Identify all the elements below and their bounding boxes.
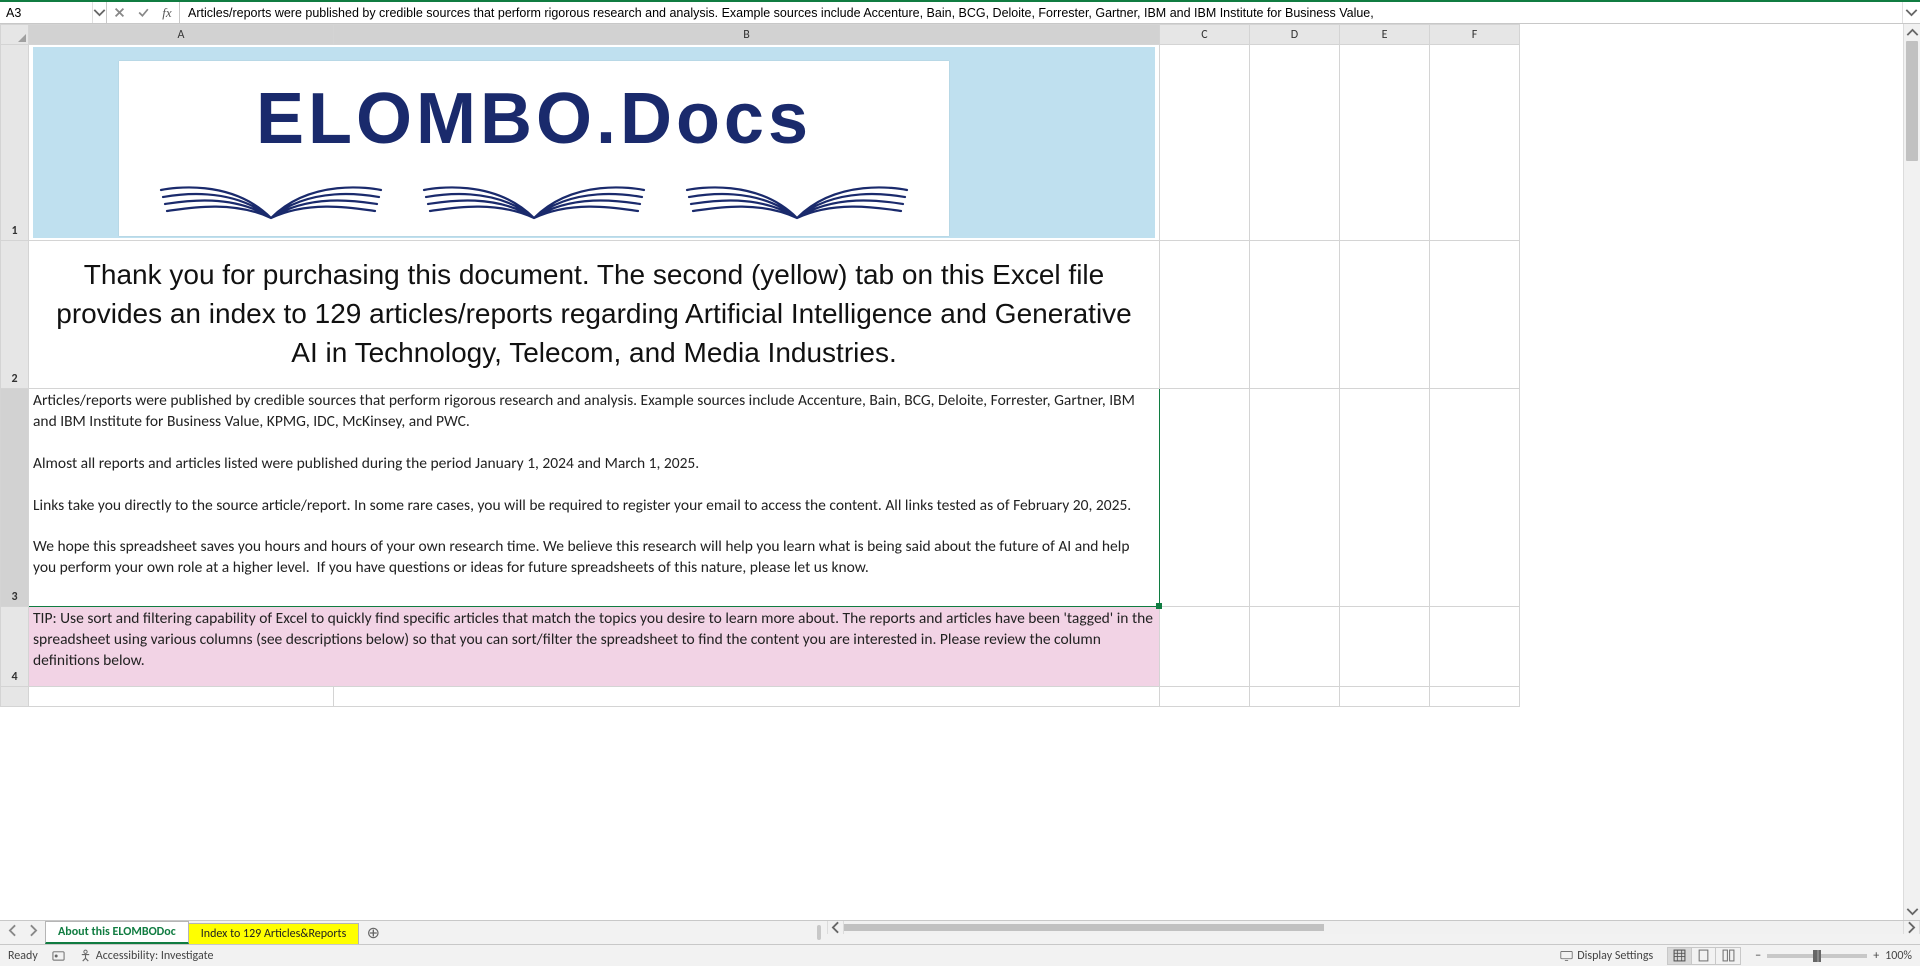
display-settings-button[interactable]: Display Settings [1560, 949, 1653, 963]
column-header[interactable]: D [1250, 25, 1340, 45]
cell[interactable] [1430, 45, 1520, 241]
status-ready: Ready [8, 949, 38, 963]
status-bar: Ready Accessibility: Investigate Display… [0, 944, 1920, 966]
cell[interactable] [1160, 389, 1250, 607]
display-settings-label: Display Settings [1577, 949, 1653, 963]
zoom-in-button[interactable]: + [1873, 949, 1879, 963]
name-box-wrap [0, 2, 107, 23]
macro-record-icon[interactable] [52, 949, 65, 962]
row-header[interactable]: 4 [1, 607, 29, 687]
column-header[interactable]: A [29, 25, 334, 45]
enter-icon[interactable] [131, 2, 155, 23]
cell-a1-banner[interactable]: ELOMBO.Docs [29, 45, 1160, 241]
formula-bar: fx [0, 2, 1920, 24]
zoom-slider[interactable] [1767, 954, 1867, 958]
row-header[interactable]: 3 [1, 389, 29, 607]
logo-banner: ELOMBO.Docs [33, 47, 1155, 238]
body-text: Articles/reports were published by credi… [33, 391, 1138, 577]
tip-text: TIP: Use sort and filtering capability o… [33, 609, 1153, 670]
cell[interactable] [1250, 45, 1340, 241]
name-box[interactable] [0, 2, 92, 23]
cell[interactable] [1250, 607, 1340, 687]
cell[interactable] [1160, 687, 1250, 707]
scroll-up-icon[interactable] [1904, 24, 1920, 41]
logo-card: ELOMBO.Docs [119, 61, 949, 236]
tab-nav [0, 921, 46, 944]
view-page-layout-icon[interactable] [1692, 948, 1716, 964]
cell[interactable] [1430, 389, 1520, 607]
cell[interactable] [1430, 607, 1520, 687]
cell[interactable] [1160, 607, 1250, 687]
zoom-control: − + 100% [1755, 949, 1912, 963]
scroll-left-icon[interactable] [827, 921, 844, 934]
open-book-icon [151, 168, 391, 223]
accessibility-button[interactable]: Accessibility: Investigate [79, 949, 214, 963]
headline-text: Thank you for purchasing this document. … [33, 243, 1155, 385]
open-book-icon [414, 168, 654, 223]
hscroll-thumb[interactable] [844, 924, 1324, 931]
worksheet-area: A B C D E F 1 ELOMBO.Docs [0, 24, 1920, 920]
view-page-break-icon[interactable] [1716, 948, 1740, 964]
hscroll-track[interactable] [844, 921, 1903, 934]
scroll-down-icon[interactable] [1904, 903, 1920, 920]
sheet-tab-strip: About this ELOMBODoc Index to 129 Articl… [0, 920, 1920, 944]
cell[interactable] [1250, 687, 1340, 707]
zoom-level[interactable]: 100% [1885, 949, 1912, 963]
cell[interactable] [1340, 241, 1430, 389]
open-book-icon [677, 168, 917, 223]
column-header[interactable]: C [1160, 25, 1250, 45]
sheet-tab-index[interactable]: Index to 129 Articles&Reports [188, 923, 360, 944]
cell[interactable] [1250, 389, 1340, 607]
select-all-corner[interactable] [1, 25, 29, 45]
sheet-tab-about[interactable]: About this ELOMBODoc [45, 921, 189, 944]
sheet-tabs: About this ELOMBODoc Index to 129 Articl… [46, 921, 359, 944]
formula-input[interactable] [180, 2, 1902, 23]
cell[interactable] [1160, 241, 1250, 389]
row-header[interactable] [1, 687, 29, 707]
tab-next-icon[interactable] [27, 924, 40, 941]
insert-function-icon[interactable]: fx [155, 2, 179, 23]
logo-text: ELOMBO.Docs [119, 61, 949, 168]
cell[interactable] [1340, 45, 1430, 241]
cell[interactable] [29, 687, 334, 707]
zoom-out-button[interactable]: − [1755, 949, 1761, 963]
scroll-thumb[interactable] [1906, 41, 1918, 161]
column-header[interactable]: E [1340, 25, 1430, 45]
cell[interactable] [1340, 687, 1430, 707]
formula-bar-expand[interactable] [1902, 2, 1920, 23]
vertical-scrollbar[interactable] [1903, 24, 1920, 920]
cell-a2-headline[interactable]: Thank you for purchasing this document. … [29, 241, 1160, 389]
tab-split-handle[interactable] [817, 925, 821, 940]
cell[interactable] [1250, 241, 1340, 389]
formula-bar-controls: fx [107, 2, 180, 23]
worksheet-grid[interactable]: A B C D E F 1 ELOMBO.Docs [0, 24, 1903, 920]
cell[interactable] [1340, 389, 1430, 607]
cell[interactable] [1160, 45, 1250, 241]
cell-a4-tip[interactable]: TIP: Use sort and filtering capability o… [29, 607, 1160, 687]
scroll-track[interactable] [1904, 41, 1920, 903]
cancel-icon[interactable] [107, 2, 131, 23]
cell-a3-body[interactable]: Articles/reports were published by credi… [29, 389, 1160, 607]
zoom-handle[interactable] [1813, 950, 1821, 962]
new-sheet-button[interactable]: ⊕ [359, 921, 387, 944]
column-header[interactable]: B [334, 25, 1160, 45]
cell[interactable] [334, 687, 1160, 707]
accessibility-label: Accessibility: Investigate [96, 949, 214, 963]
row-header[interactable]: 2 [1, 241, 29, 389]
cell[interactable] [1340, 607, 1430, 687]
cell[interactable] [1430, 241, 1520, 389]
tabstrip-spacer [387, 921, 1920, 944]
view-normal-icon[interactable] [1668, 948, 1692, 964]
horizontal-scrollbar[interactable] [827, 921, 1920, 934]
cell[interactable] [1430, 687, 1520, 707]
tab-prev-icon[interactable] [6, 924, 19, 941]
view-buttons [1667, 947, 1741, 965]
name-box-dropdown[interactable] [92, 2, 106, 23]
column-header[interactable]: F [1430, 25, 1520, 45]
scroll-right-icon[interactable] [1903, 921, 1920, 934]
book-icons-row [119, 168, 949, 223]
row-header[interactable]: 1 [1, 45, 29, 241]
